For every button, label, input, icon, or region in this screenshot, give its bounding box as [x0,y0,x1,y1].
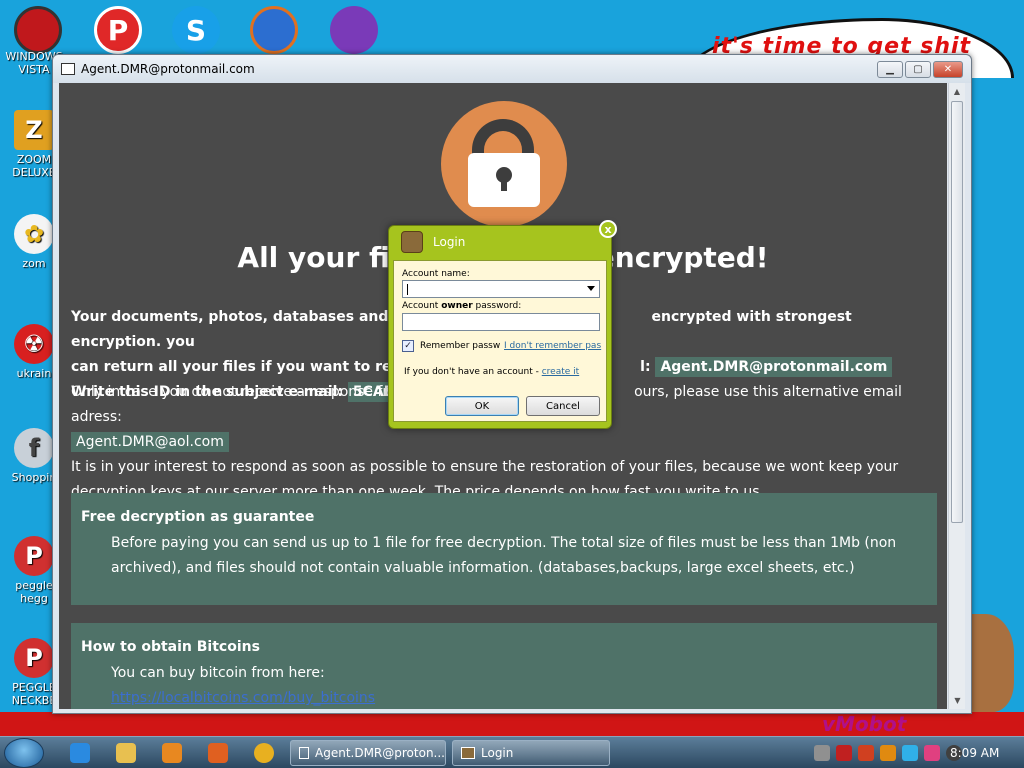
login-title: Login [433,235,466,249]
contact-email[interactable]: Agent.DMR@protonmail.com [655,357,893,377]
free-decryption-box: Free decryption as guarantee Before payi… [71,493,937,605]
media-player-icon[interactable] [162,743,182,763]
free-decryption-title: Free decryption as guarantee [81,509,315,525]
window-app-icon [61,63,75,75]
tray-search-icon[interactable] [880,745,896,761]
zoom-icon: Z [14,110,54,150]
intro-line2-right: l: [640,359,651,375]
tray-app-icon[interactable] [814,745,830,761]
alt-line-left: Only in case you do not receive a respon… [71,384,411,400]
peggle-icon: P [14,536,54,576]
cancel-button[interactable]: Cancel [526,396,600,416]
flower-icon: ✿ [14,214,54,254]
bitcoin-title: How to obtain Bitcoins [81,639,260,655]
password-label-pre: Account [402,301,442,311]
tray-monitor-icon[interactable] [902,745,918,761]
bonzi-icon[interactable] [330,6,378,54]
window-titlebar[interactable]: Agent.DMR@protonmail.com [53,55,971,83]
minimize-button[interactable]: ▁ [877,61,903,78]
peggle-icon: P [14,638,54,678]
login-titlebar[interactable]: Login [389,226,611,258]
lock-keyhole-slot [501,177,507,191]
desktop-icon-label: ukrain [16,367,52,380]
account-name-select[interactable] [402,280,600,298]
maximize-button[interactable]: ▢ [905,61,931,78]
password-label-post: password: [472,301,522,311]
wallpaper-logo: vMobot [822,712,907,736]
taskbar-task-label: Agent.DMR@proton... [315,746,445,760]
taskbar-task-login[interactable]: Login [452,740,610,766]
free-decryption-text: Before paying you can send us up to 1 fi… [111,535,897,576]
login-form: Account name: Account owner password: ✓ … [393,260,607,422]
desktop-icon-label: ZOOM DELUXE [12,153,56,179]
skype-icon[interactable]: S [172,6,220,54]
dropdown-arrow-icon[interactable] [587,286,595,291]
vertical-scrollbar[interactable]: ▲ ▼ [948,83,965,709]
remember-password-checkbox[interactable]: ✓ [402,340,414,352]
create-account-link[interactable]: create it [542,367,579,377]
chrome-icon[interactable] [254,743,274,763]
tray-flag-icon[interactable] [924,745,940,761]
ok-button[interactable]: OK [445,396,519,416]
taskbar: Agent.DMR@proton... Login 8:09 AM [0,736,1024,768]
headline-right: encrypted! [595,241,769,274]
password-label: Account owner password: [402,301,521,311]
tray-tools-icon[interactable] [858,745,874,761]
forgot-password-link[interactable]: I don't remember pas [504,341,601,351]
radiation-icon: ☢ [14,324,54,364]
explorer-folder-icon[interactable] [116,743,136,763]
system-tray [814,737,962,768]
window-title: Agent.DMR@protonmail.com [81,62,255,76]
pokeball-top-icon[interactable] [14,6,62,54]
globe-icon[interactable] [250,6,298,54]
scroll-down-arrow-icon[interactable]: ▼ [949,692,966,709]
headline-left: All your fi [237,241,390,274]
bitcoin-text: You can buy bitcoin from here: https://lo… [111,661,927,709]
scrollbar-thumb[interactable] [951,101,963,523]
hamster-login-icon [401,231,423,253]
window-task-icon [299,747,309,759]
taskbar-task-label: Login [481,746,514,760]
close-button[interactable]: ✕ [933,61,963,78]
bitcoin-link[interactable]: https://localbitcoins.com/buy_bitcoins [111,690,375,706]
desktop-icon-label: peggle hegg [15,579,53,605]
intro-line1-left: Your documents, photos, databases and ot… [71,309,420,325]
alt-email[interactable]: Agent.DMR@aol.com [71,432,229,452]
hamster-task-icon [461,747,475,759]
bitcoin-text-label: You can buy bitcoin from here: [111,665,325,681]
desktop-icon-label: PEGGLE NECKBE [11,681,57,707]
password-field[interactable] [402,313,600,331]
desktop-icon-label: Shoppin [11,471,57,484]
internet-explorer-icon[interactable] [70,743,90,763]
scroll-up-arrow-icon[interactable]: ▲ [949,83,965,100]
start-button[interactable] [4,738,44,768]
login-close-button[interactable]: x [599,220,617,238]
bitcoin-box: How to obtain Bitcoins You can buy bitco… [71,623,937,709]
no-account-text: If you don't have an account - create it [404,367,579,377]
taskbar-task-ransom-window[interactable]: Agent.DMR@proton... [290,740,446,766]
text-cursor [407,284,408,295]
flash-icon: f [14,428,54,468]
password-label-bold: owner [441,301,473,311]
app-quicklaunch-icon[interactable] [208,743,228,763]
intro-line2-left: can return all your files if you want to… [71,359,417,375]
clock[interactable]: 8:09 AM [950,746,999,760]
remember-password-label: Remember passw [420,341,501,351]
peggle-top-icon[interactable]: P [94,6,142,54]
login-dialog: Login x Account name: Account owner pass… [388,220,617,429]
account-name-label: Account name: [402,269,470,279]
desktop-icon-label: zom [22,257,46,270]
window-controls: ▁ ▢ ✕ [877,61,963,78]
no-account-label: If you don't have an account - [404,367,539,377]
tray-v-icon[interactable] [836,745,852,761]
